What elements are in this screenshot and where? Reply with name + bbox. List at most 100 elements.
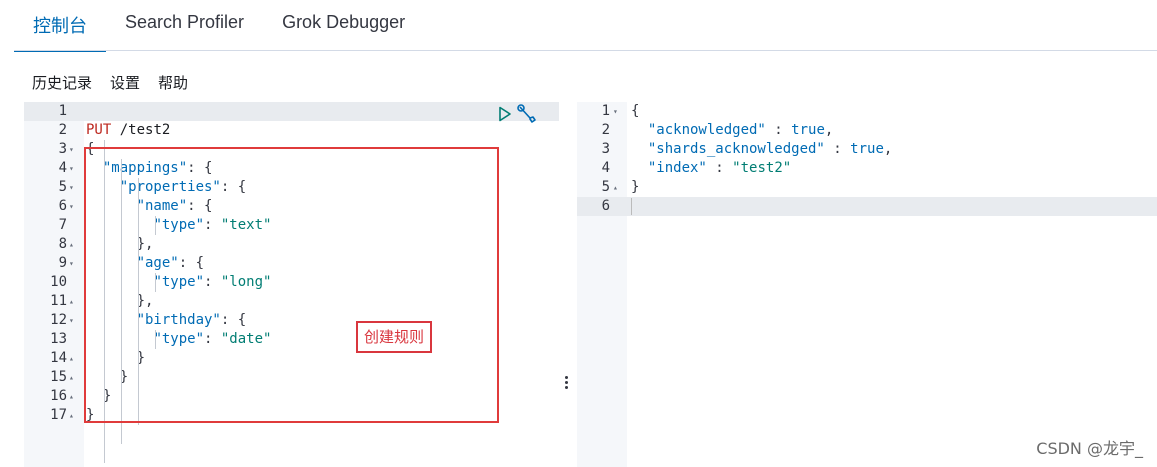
line-number: 6 [601, 198, 610, 214]
line-number: 6 [58, 198, 67, 214]
indent-guide [155, 330, 156, 349]
code-text: "type": "long" [86, 273, 271, 292]
code-token: true [791, 122, 825, 138]
code-text: "acknowledged" : true, [631, 121, 833, 140]
fold-close-icon[interactable]: ▴ [69, 406, 74, 425]
line-number: 4 [601, 160, 610, 176]
fold-open-icon[interactable]: ▾ [613, 102, 618, 121]
indent-guide [155, 216, 156, 235]
fold-open-icon[interactable]: ▾ [69, 197, 74, 216]
code-line[interactable]: 4 "index" : "test2" [577, 159, 1157, 178]
line-number: 3 [58, 141, 67, 157]
code-token: : { [187, 160, 213, 176]
code-token: : { [220, 179, 247, 195]
code-token: "index" [647, 160, 707, 176]
code-token: } [631, 179, 640, 195]
code-line[interactable]: 1 [24, 102, 559, 121]
fold-open-icon[interactable]: ▾ [69, 254, 74, 273]
history-menu-item[interactable]: 历史记录 [32, 72, 92, 93]
pane-resizer[interactable] [559, 102, 577, 467]
code-line[interactable]: 5 ▴} [577, 178, 1157, 197]
console-menu: 历史记录 设置 帮助 [32, 72, 188, 93]
code-token: , [883, 141, 893, 157]
line-number: 2 [58, 122, 67, 138]
line-number: 8 [58, 236, 67, 252]
code-text: { [86, 140, 94, 159]
fold-close-icon[interactable]: ▴ [69, 235, 74, 254]
code-text: PUT /test2 [86, 121, 170, 140]
code-token: "test2" [732, 160, 792, 176]
code-text: "properties": { [86, 178, 246, 197]
code-token: : { [220, 312, 247, 328]
help-menu-item[interactable]: 帮助 [158, 72, 188, 93]
fold-close-icon[interactable]: ▴ [69, 368, 74, 387]
tab-console[interactable]: 控制台 [14, 0, 106, 52]
code-token: } [86, 407, 95, 423]
code-text: }, [86, 292, 154, 311]
fold-close-icon[interactable]: ▴ [69, 349, 74, 368]
line-number: 5 [601, 179, 610, 195]
text-cursor [631, 198, 632, 215]
code-token: : { [178, 255, 205, 271]
line-number: 10 [50, 274, 67, 290]
play-icon[interactable] [498, 106, 512, 122]
code-token: : [204, 331, 221, 347]
code-text: } [86, 387, 111, 406]
code-token: "age" [136, 255, 179, 271]
request-editor[interactable]: 1 2 PUT /test2 3 ▾{4 ▾ "mappings": {5 ▾ "prope… [24, 102, 559, 467]
line-number: 5 [58, 179, 67, 195]
code-token: "type" [153, 274, 205, 290]
code-line[interactable]: 6 [577, 197, 1157, 216]
tab-search-profiler[interactable]: Search Profiler [106, 0, 263, 50]
fold-open-icon[interactable]: ▾ [69, 140, 74, 159]
line-number: 1 [58, 103, 67, 119]
code-token: : [204, 217, 221, 233]
fold-open-icon[interactable]: ▾ [69, 159, 74, 178]
code-text: "shards_acknowledged" : true, [631, 140, 892, 159]
code-token: } [86, 388, 112, 404]
wrench-icon[interactable] [516, 104, 538, 124]
code-text: { [631, 102, 639, 121]
settings-menu-item[interactable]: 设置 [110, 72, 140, 93]
code-token: "shards_acknowledged" [647, 141, 825, 157]
drag-handle-icon[interactable] [565, 376, 568, 389]
fold-open-icon[interactable]: ▾ [69, 311, 74, 330]
code-text: "type": "text" [86, 216, 271, 235]
code-line[interactable]: 2 "acknowledged" : true, [577, 121, 1157, 140]
code-token: "acknowledged" [647, 122, 766, 138]
code-token: "properties" [119, 179, 221, 195]
fold-close-icon[interactable]: ▴ [69, 387, 74, 406]
code-line[interactable]: 2 PUT /test2 [24, 121, 559, 140]
code-token: "mappings" [102, 160, 188, 176]
code-token: { [86, 141, 95, 157]
indent-guide [138, 178, 139, 425]
code-text: "type": "date" [86, 330, 271, 349]
code-token: "type" [153, 331, 205, 347]
line-number: 14 [50, 350, 67, 366]
fold-close-icon[interactable]: ▴ [69, 292, 74, 311]
fold-close-icon[interactable]: ▴ [613, 178, 618, 197]
line-number: 7 [58, 217, 67, 233]
code-line[interactable]: 1 ▾ { [577, 102, 1157, 121]
response-editor[interactable]: 1 ▾{2 "acknowledged" : true, 3 "shards_ack… [577, 102, 1157, 467]
indent-guide [121, 159, 122, 444]
tab-grok-debugger[interactable]: Grok Debugger [263, 0, 424, 50]
code-token: : [204, 274, 221, 290]
request-actions [498, 104, 538, 124]
code-token: "type" [153, 217, 205, 233]
code-text: } [86, 349, 145, 368]
line-number: 17 [50, 407, 67, 423]
line-number: 15 [50, 369, 67, 385]
code-line[interactable]: 3 "shards_acknowledged" : true, [577, 140, 1157, 159]
code-token: }, [86, 293, 154, 309]
code-text: "index" : "test2" [631, 159, 791, 178]
code-token: "name" [136, 198, 188, 214]
fold-open-icon[interactable]: ▾ [69, 178, 74, 197]
code-text: } [631, 178, 639, 197]
